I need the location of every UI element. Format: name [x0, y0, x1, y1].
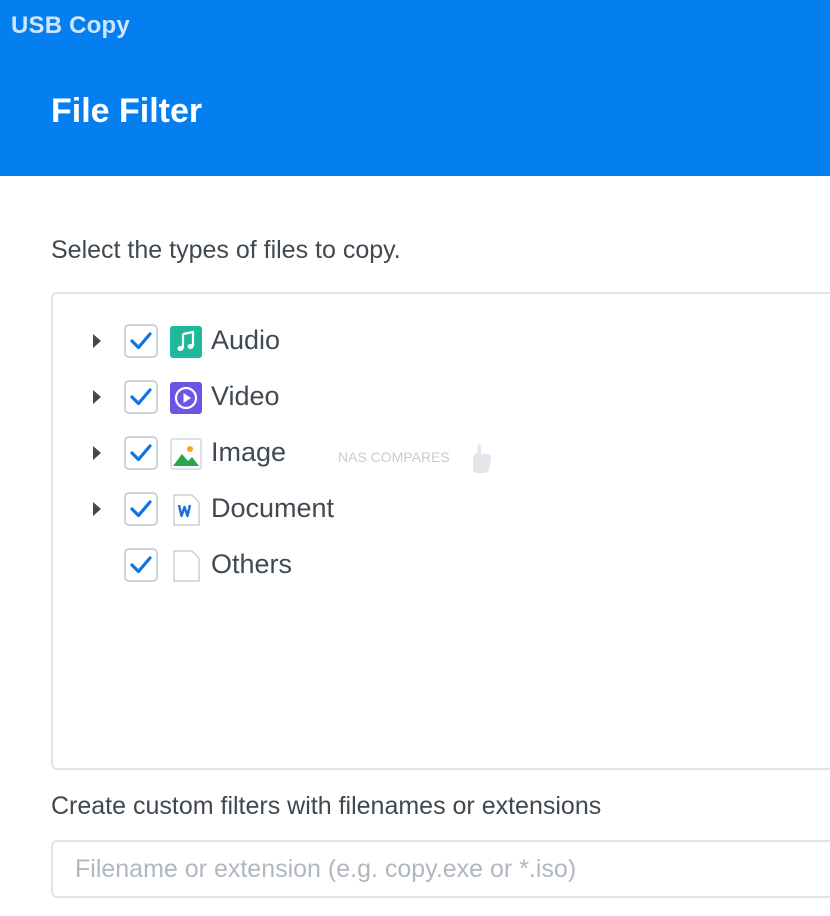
app-title: USB Copy: [11, 12, 130, 39]
checkmark-icon: [130, 444, 152, 462]
file-types-instruction: Select the types of files to copy.: [51, 236, 401, 264]
image-checkbox[interactable]: [124, 436, 158, 470]
custom-filter-input[interactable]: [51, 840, 830, 898]
play-circle-icon: [170, 382, 202, 414]
tree-item-audio[interactable]: Audio: [53, 322, 753, 362]
expand-arrow-icon[interactable]: [93, 446, 101, 460]
word-document-icon: [173, 494, 200, 526]
picture-icon: [170, 438, 202, 470]
tree-item-label: Document: [211, 493, 335, 523]
checkmark-icon: [130, 332, 152, 350]
file-type-tree: Audio Video Image Document Others NAS CO…: [51, 292, 830, 770]
tree-item-label: Image: [211, 437, 287, 467]
document-checkbox[interactable]: [124, 492, 158, 526]
checkmark-icon: [130, 556, 152, 574]
video-checkbox[interactable]: [124, 380, 158, 414]
blank-file-icon: [173, 550, 200, 582]
watermark: NAS COMPARES: [338, 449, 450, 465]
tree-item-label: Others: [211, 549, 293, 579]
expand-arrow-icon[interactable]: [93, 502, 101, 516]
custom-filter-label: Create custom filters with filenames or …: [51, 792, 602, 820]
tree-item-label: Audio: [211, 325, 281, 355]
checkmark-icon: [130, 500, 152, 518]
checkmark-icon: [130, 388, 152, 406]
expand-arrow-icon[interactable]: [93, 334, 101, 348]
others-checkbox[interactable]: [124, 548, 158, 582]
tree-item-label: Video: [211, 381, 280, 411]
header-bar: USB Copy File Filter: [0, 0, 830, 176]
page-title: File Filter: [51, 92, 203, 130]
audio-checkbox[interactable]: [124, 324, 158, 358]
thumbs-up-watermark-icon: [473, 444, 492, 473]
tree-item-document[interactable]: Document: [53, 490, 753, 530]
music-note-icon: [170, 326, 202, 358]
expand-arrow-icon[interactable]: [93, 390, 101, 404]
tree-item-others[interactable]: Others: [53, 546, 753, 586]
tree-item-video[interactable]: Video: [53, 378, 753, 418]
